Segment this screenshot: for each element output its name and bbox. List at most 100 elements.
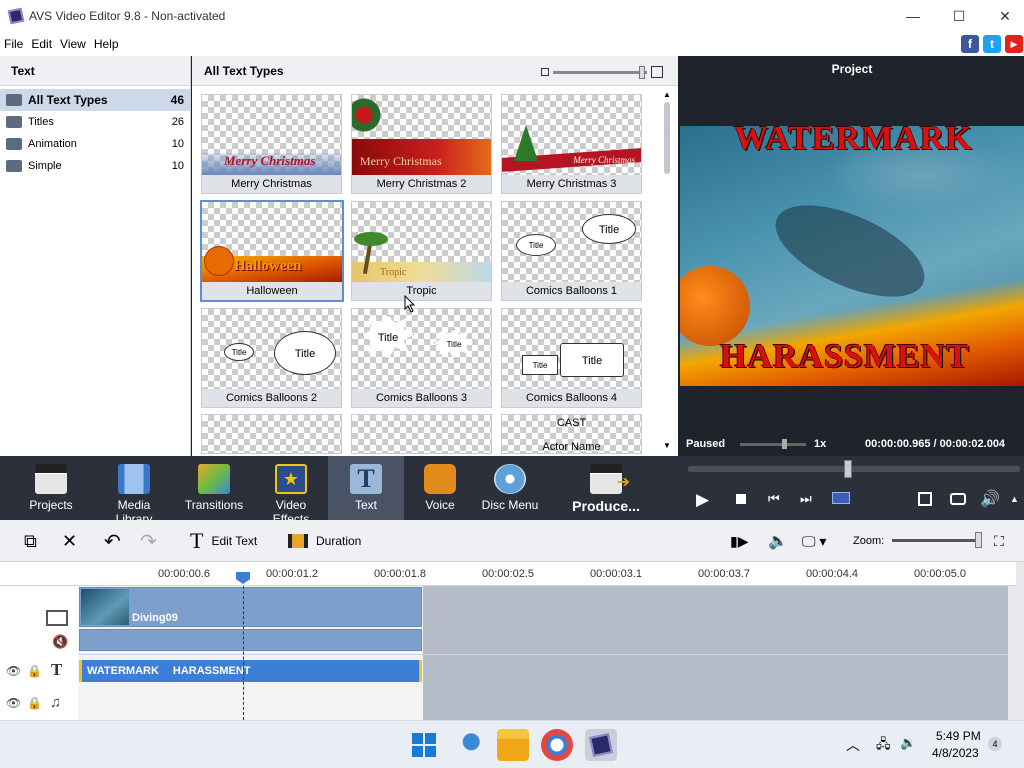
window-title: AVS Video Editor 9.8 - Non-activated — [29, 9, 226, 23]
empty-timeline-area[interactable] — [423, 586, 1016, 720]
produce-button[interactable]: ➔ Produce... — [570, 456, 642, 516]
category-titles[interactable]: Titles 26 — [0, 111, 190, 133]
delete-icon[interactable]: ✕ — [62, 520, 77, 562]
media-library-button[interactable]: Media Library — [98, 456, 170, 526]
menu-file[interactable]: File — [4, 37, 23, 51]
twitter-icon[interactable]: t — [983, 35, 1001, 53]
ruler-tick: 00:00:01.2 — [266, 568, 318, 580]
play-icon[interactable]: ▶ — [696, 490, 709, 510]
scroll-down-icon[interactable]: ▼ — [663, 441, 671, 450]
clock-time[interactable]: 5:49 PM — [936, 729, 981, 743]
speaker-icon[interactable]: 🔉 — [900, 735, 916, 751]
facebook-icon[interactable]: f — [961, 35, 979, 53]
visibility-eye-icon[interactable]: 👁 — [6, 664, 21, 678]
fullscreen-icon[interactable] — [918, 492, 932, 506]
duration-button[interactable]: Duration — [288, 520, 361, 562]
tile-comics-balloons-4[interactable]: Title Title Comics Balloons 4 — [501, 308, 642, 408]
notification-badge[interactable]: 4 — [988, 737, 1002, 751]
chrome-icon[interactable] — [541, 729, 573, 761]
tracks-scrollbar[interactable] — [1008, 586, 1016, 720]
text-button[interactable]: T Text — [328, 456, 404, 520]
category-all-text-types[interactable]: All Text Types 46 — [0, 89, 190, 111]
volume-dropdown-icon[interactable]: ▲ — [1010, 494, 1019, 504]
clapperboard-icon — [35, 464, 67, 494]
snapshot-icon[interactable] — [950, 493, 966, 505]
previous-frame-icon[interactable]: ⏮ — [768, 491, 780, 507]
transitions-button[interactable]: Transitions — [184, 456, 244, 516]
tile-comics-balloons-1[interactable]: Title Title Comics Balloons 1 — [501, 201, 642, 301]
menu-view[interactable]: View — [60, 37, 86, 51]
thumbnail: Merry Christmas — [202, 95, 341, 175]
visibility-eye-icon[interactable]: 👁 — [6, 696, 21, 710]
redo-icon[interactable]: ↷ — [140, 520, 157, 562]
thumb-text: Merry Christmas — [224, 153, 316, 168]
volume-thumb[interactable] — [782, 439, 787, 449]
disc-menu-button[interactable]: Disc Menu — [480, 456, 540, 516]
gallery-scrollbar[interactable]: ▲ ▼ — [662, 90, 672, 450]
tile-tropic[interactable]: Tropic Tropic — [351, 201, 492, 301]
show-hidden-icons-icon[interactable]: ︿ — [846, 735, 860, 755]
video-clip[interactable]: Diving09 — [79, 587, 422, 627]
category-animation[interactable]: Animation 10 — [0, 133, 190, 155]
display-mode-icon[interactable]: 🖵 ▾ — [802, 520, 826, 562]
network-icon[interactable]: 🖧 — [876, 735, 891, 757]
category-simple[interactable]: Simple 10 — [0, 155, 190, 177]
slider-thumb[interactable] — [639, 66, 645, 79]
menu-help[interactable]: Help — [94, 37, 119, 51]
thumb-text: Merry Christmas — [360, 154, 442, 168]
undo-icon[interactable]: ↶ — [104, 520, 121, 562]
tile-merry-christmas[interactable]: Merry Christmas Merry Christmas — [201, 94, 342, 194]
audio-clip[interactable] — [79, 629, 422, 651]
split-icon[interactable] — [832, 492, 850, 504]
tile-partial[interactable] — [201, 414, 342, 454]
tile-partial[interactable]: CAST Actor Name — [501, 414, 642, 454]
lock-icon[interactable]: 🔒 — [27, 664, 42, 678]
text-clip[interactable]: WATERMARK HARASSMENT — [79, 660, 422, 682]
tile-halloween[interactable]: Halloween Halloween — [200, 200, 344, 302]
tile-comics-balloons-2[interactable]: Title Title Comics Balloons 2 — [201, 308, 342, 408]
video-effects-button[interactable]: ★ Video Effects — [256, 456, 326, 526]
storyboard-icon[interactable]: ⧉ — [24, 520, 37, 562]
start-icon[interactable] — [408, 729, 440, 761]
close-button[interactable]: ✕ — [982, 0, 1024, 32]
split-clip-icon[interactable]: ▮▶ — [730, 520, 748, 562]
timeline-vertical-scrollbar[interactable] — [1016, 562, 1024, 720]
button-label: Transitions — [184, 498, 244, 512]
seek-thumb[interactable] — [844, 460, 852, 478]
fit-timeline-icon[interactable]: ⛶ — [994, 520, 1004, 562]
next-frame-icon[interactable]: ⏭ — [800, 491, 812, 507]
lock-icon[interactable]: 🔒 — [27, 696, 42, 710]
category-count: 46 — [170, 93, 184, 107]
video-preview[interactable]: WATERMARK HARASSMENT — [680, 126, 1024, 386]
minimize-button[interactable]: — — [890, 0, 936, 32]
projects-button[interactable]: Projects — [22, 456, 80, 516]
thumbnail: Title Title — [502, 309, 641, 389]
clock-date[interactable]: 4/8/2023 — [932, 746, 979, 760]
zoom-track[interactable] — [892, 539, 982, 542]
audio-settings-icon[interactable]: 🔈 — [768, 520, 788, 562]
playhead-marker[interactable] — [236, 572, 250, 584]
file-explorer-icon[interactable] — [497, 729, 529, 761]
tile-merry-christmas-3[interactable]: Merry Christmas Merry Christmas 3 — [501, 94, 642, 194]
volume-icon[interactable]: 🔊 — [980, 489, 1000, 509]
maximize-button[interactable]: ☐ — [936, 0, 982, 32]
thumbnail-size-slider[interactable] — [541, 66, 663, 79]
volume-track[interactable] — [740, 443, 806, 446]
seek-bar[interactable] — [688, 466, 1020, 472]
voice-button[interactable]: Voice — [416, 456, 464, 516]
scroll-up-icon[interactable]: ▲ — [663, 90, 671, 99]
search-icon[interactable] — [452, 729, 484, 761]
scroll-thumb[interactable] — [664, 102, 670, 174]
tile-merry-christmas-2[interactable]: Merry Christmas Merry Christmas 2 — [351, 94, 492, 194]
zoom-thumb[interactable] — [975, 532, 982, 548]
edit-text-button[interactable]: T Edit Text — [190, 520, 257, 562]
menu-edit[interactable]: Edit — [31, 37, 52, 51]
text-clip-label: HARASSMENT — [172, 665, 251, 677]
stop-icon[interactable] — [736, 494, 746, 504]
timeline-ruler[interactable]: 00:00:00.6 00:00:01.2 00:00:01.8 00:00:0… — [0, 562, 1024, 586]
avs-editor-taskbar-icon[interactable] — [585, 729, 617, 761]
youtube-icon[interactable]: ▶ — [1005, 35, 1023, 53]
audio-mute-icon[interactable]: 🔇 — [52, 634, 68, 650]
tile-partial[interactable] — [351, 414, 492, 454]
tile-comics-balloons-3[interactable]: Title Title Comics Balloons 3 — [351, 308, 492, 408]
